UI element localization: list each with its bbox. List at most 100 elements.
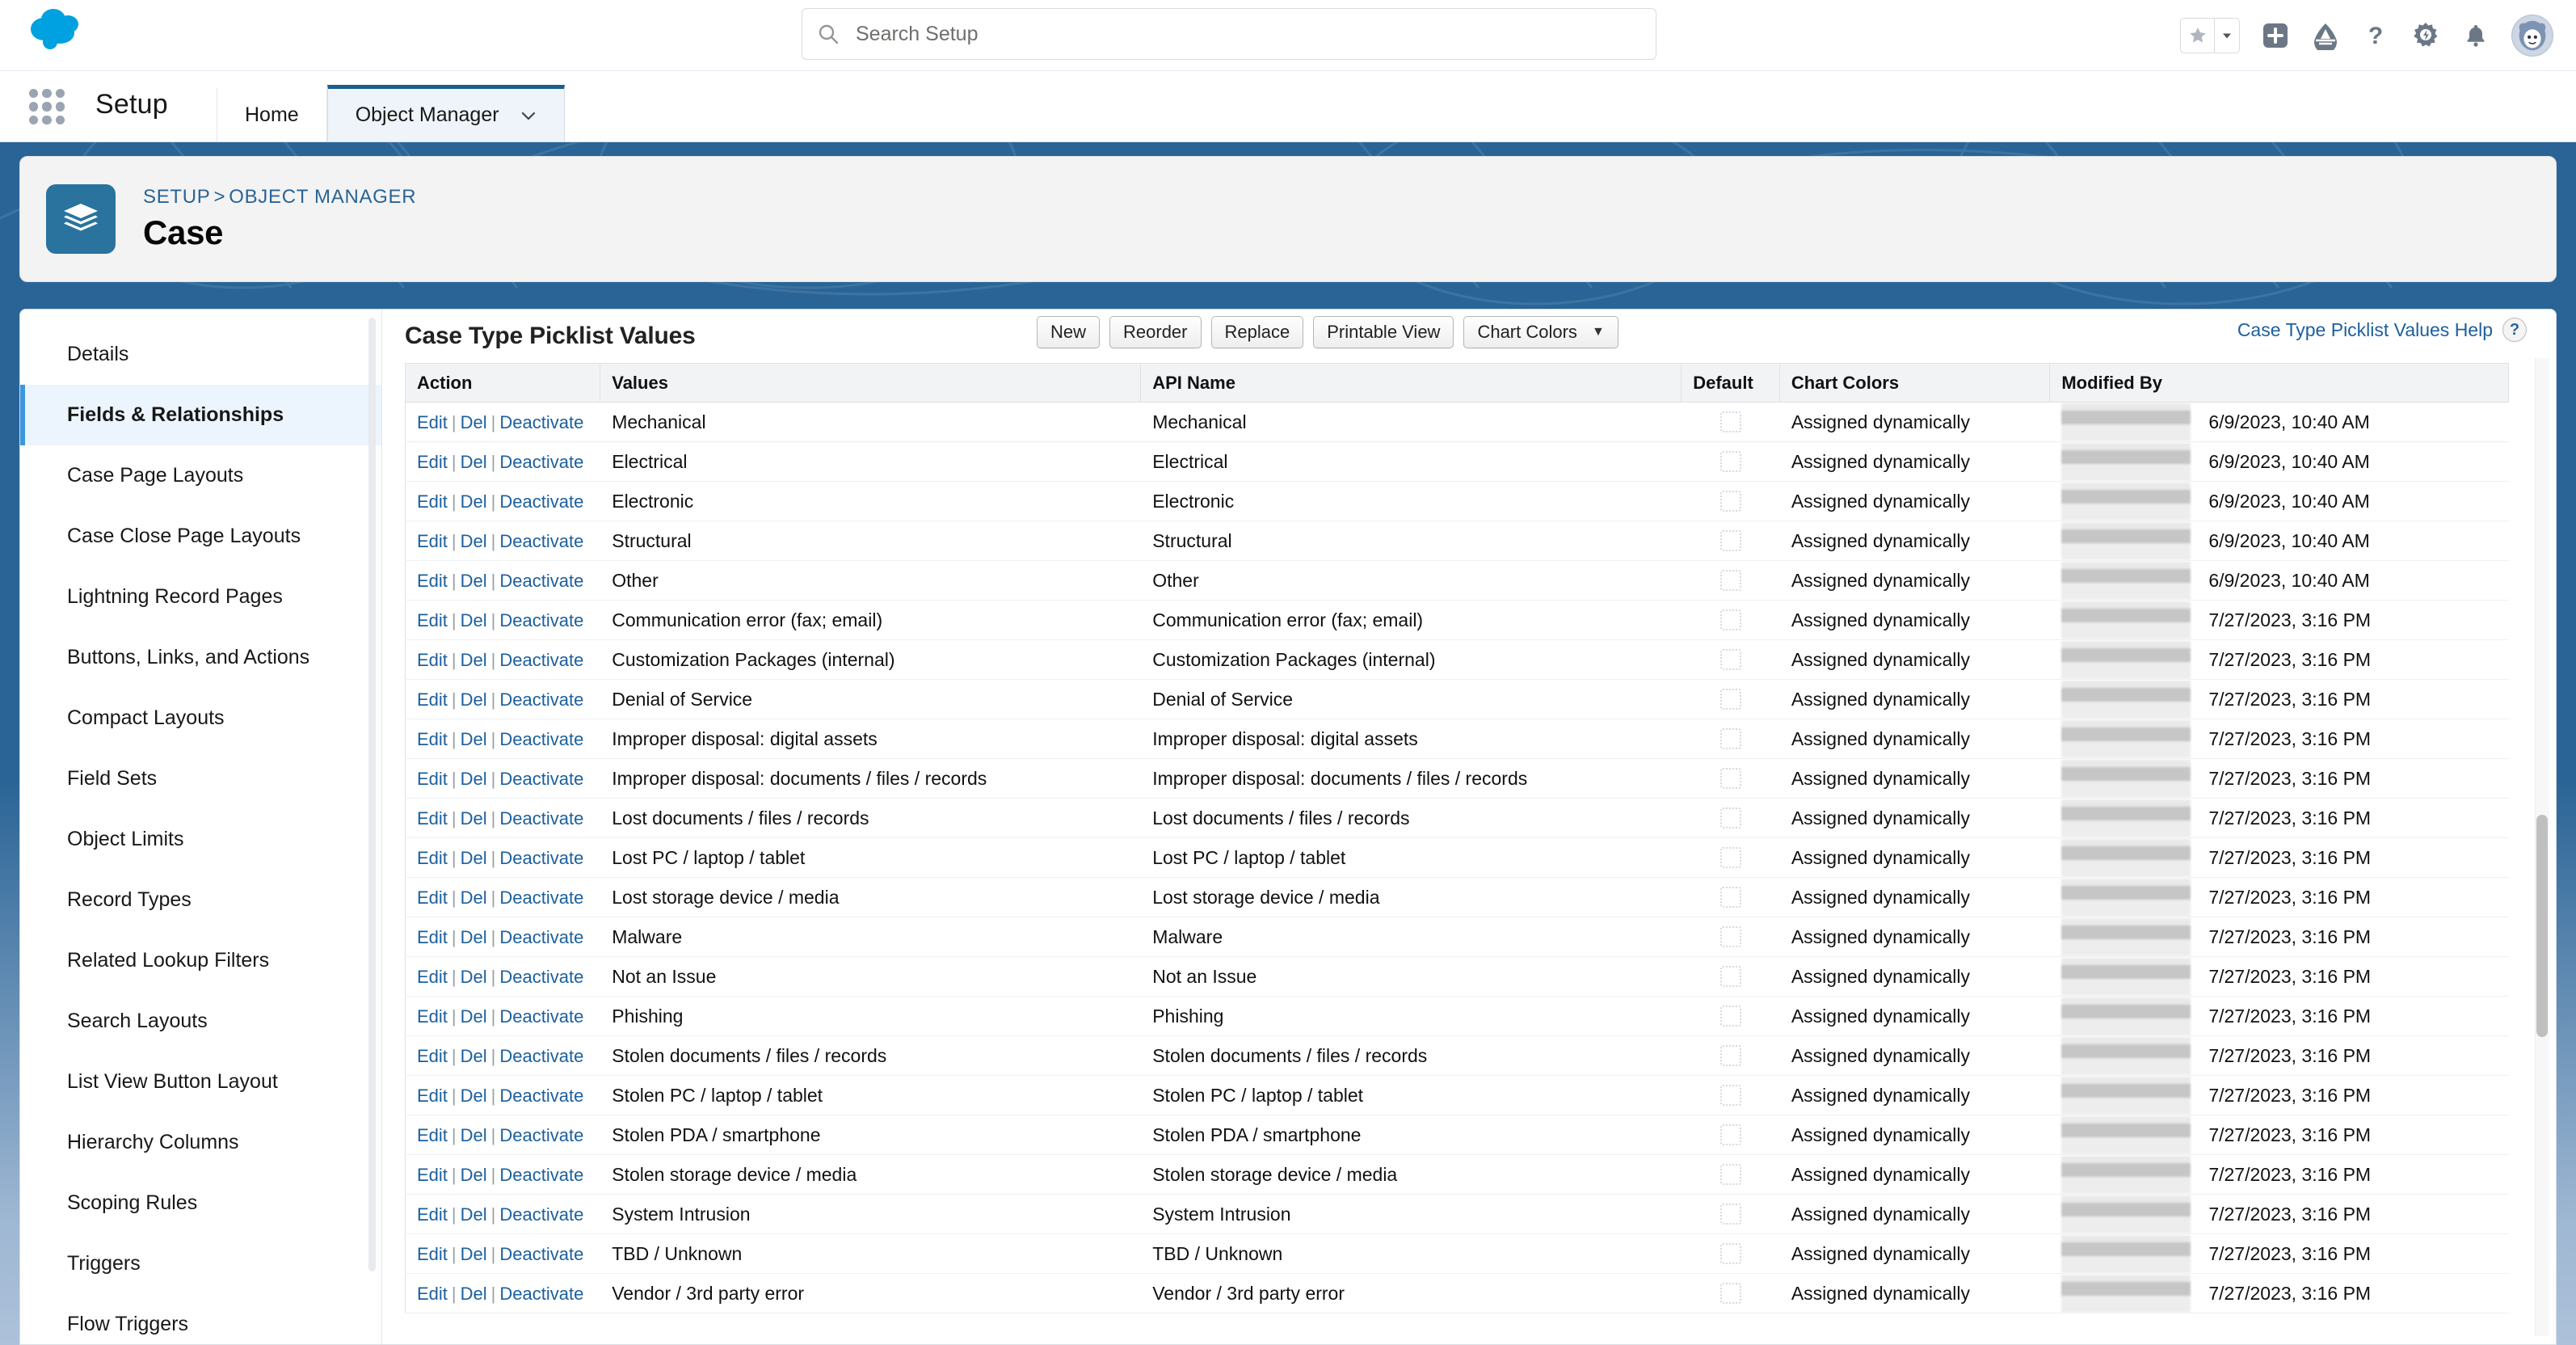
user-avatar[interactable] [2511,15,2553,57]
deactivate-link[interactable]: Deactivate [499,1046,583,1066]
chevron-down-icon[interactable] [520,110,537,121]
search-input[interactable] [856,22,1641,46]
sidebar-item-related-lookup-filters[interactable]: Related Lookup Filters [20,930,381,991]
sidebar-item-hierarchy-columns[interactable]: Hierarchy Columns [20,1112,381,1173]
deactivate-link[interactable]: Deactivate [499,1165,583,1185]
replace-button[interactable]: Replace [1210,316,1304,348]
del-link[interactable]: Del [461,1086,487,1106]
edit-link[interactable]: Edit [417,1086,448,1106]
favorites-dropdown-icon[interactable] [2215,19,2239,53]
setup-gear-icon[interactable] [2411,21,2440,50]
del-link[interactable]: Del [461,1244,487,1264]
sidebar-item-case-page-layouts[interactable]: Case Page Layouts [20,445,381,506]
tab-object-manager[interactable]: Object Manager [326,85,565,141]
printable-view-button[interactable]: Printable View [1313,316,1454,348]
deactivate-link[interactable]: Deactivate [499,1284,583,1304]
chart-colors-dropdown[interactable]: Chart Colors ▼ [1463,316,1618,348]
edit-link[interactable]: Edit [417,491,448,512]
sidebar-item-buttons-links-actions[interactable]: Buttons, Links, and Actions [20,627,381,688]
trailhead-icon[interactable] [2311,21,2340,50]
deactivate-link[interactable]: Deactivate [499,689,583,710]
sidebar-item-compact-layouts[interactable]: Compact Layouts [20,688,381,748]
del-link[interactable]: Del [461,1125,487,1145]
sidebar-item-fields-relationships[interactable]: Fields & Relationships [20,385,381,445]
sidebar-item-details[interactable]: Details [20,324,381,385]
del-link[interactable]: Del [461,808,487,829]
edit-link[interactable]: Edit [417,571,448,591]
tab-home[interactable]: Home [217,88,327,141]
deactivate-link[interactable]: Deactivate [499,888,583,908]
global-search[interactable] [802,8,1656,60]
new-button[interactable]: New [1037,316,1101,348]
sidebar-item-search-layouts[interactable]: Search Layouts [20,991,381,1052]
deactivate-link[interactable]: Deactivate [499,531,583,551]
sidebar-item-field-sets[interactable]: Field Sets [20,748,381,809]
edit-link[interactable]: Edit [417,808,448,829]
edit-link[interactable]: Edit [417,967,448,987]
sidebar-item-list-view-button-layout[interactable]: List View Button Layout [20,1052,381,1112]
del-link[interactable]: Del [461,689,487,710]
del-link[interactable]: Del [461,650,487,670]
sidebar-item-lightning-record-pages[interactable]: Lightning Record Pages [20,567,381,627]
sidebar-item-case-close-page-layouts[interactable]: Case Close Page Layouts [20,506,381,567]
edit-link[interactable]: Edit [417,769,448,789]
sidebar-item-object-limits[interactable]: Object Limits [20,809,381,870]
del-link[interactable]: Del [461,452,487,472]
deactivate-link[interactable]: Deactivate [499,1125,583,1145]
del-link[interactable]: Del [461,769,487,789]
del-link[interactable]: Del [461,927,487,947]
del-link[interactable]: Del [461,1165,487,1185]
edit-link[interactable]: Edit [417,1165,448,1185]
deactivate-link[interactable]: Deactivate [499,610,583,630]
del-link[interactable]: Del [461,729,487,749]
deactivate-link[interactable]: Deactivate [499,491,583,512]
sidebar-item-triggers[interactable]: Triggers [20,1233,381,1294]
deactivate-link[interactable]: Deactivate [499,412,583,432]
deactivate-link[interactable]: Deactivate [499,848,583,868]
del-link[interactable]: Del [461,1284,487,1304]
favorites-group[interactable] [2180,18,2240,53]
edit-link[interactable]: Edit [417,531,448,551]
sidebar-scrollbar[interactable] [368,318,376,1271]
sidebar-item-flow-triggers[interactable]: Flow Triggers [20,1294,381,1344]
edit-link[interactable]: Edit [417,1046,448,1066]
deactivate-link[interactable]: Deactivate [499,967,583,987]
edit-link[interactable]: Edit [417,729,448,749]
deactivate-link[interactable]: Deactivate [499,1204,583,1225]
edit-link[interactable]: Edit [417,927,448,947]
app-launcher-waffle-icon[interactable] [29,89,65,124]
reorder-button[interactable]: Reorder [1109,316,1202,348]
edit-link[interactable]: Edit [417,452,448,472]
del-link[interactable]: Del [461,531,487,551]
del-link[interactable]: Del [461,888,487,908]
deactivate-link[interactable]: Deactivate [499,1006,583,1027]
deactivate-link[interactable]: Deactivate [499,729,583,749]
del-link[interactable]: Del [461,571,487,591]
deactivate-link[interactable]: Deactivate [499,1244,583,1264]
content-scrollbar-thumb[interactable] [2536,815,2548,1037]
deactivate-link[interactable]: Deactivate [499,927,583,947]
edit-link[interactable]: Edit [417,1284,448,1304]
del-link[interactable]: Del [461,491,487,512]
edit-link[interactable]: Edit [417,412,448,432]
deactivate-link[interactable]: Deactivate [499,452,583,472]
sidebar-item-record-types[interactable]: Record Types [20,870,381,930]
edit-link[interactable]: Edit [417,689,448,710]
del-link[interactable]: Del [461,412,487,432]
help-icon[interactable]: ? [2361,21,2390,50]
notifications-bell-icon[interactable] [2461,21,2490,50]
edit-link[interactable]: Edit [417,1244,448,1264]
add-icon[interactable] [2261,21,2290,50]
help-link[interactable]: Case Type Picklist Values Help ? [2237,318,2527,342]
edit-link[interactable]: Edit [417,1006,448,1027]
question-mark-icon[interactable]: ? [2502,318,2527,342]
edit-link[interactable]: Edit [417,650,448,670]
edit-link[interactable]: Edit [417,848,448,868]
del-link[interactable]: Del [461,610,487,630]
sidebar-item-scoping-rules[interactable]: Scoping Rules [20,1173,381,1233]
favorites-star-icon[interactable] [2181,19,2215,53]
del-link[interactable]: Del [461,848,487,868]
deactivate-link[interactable]: Deactivate [499,650,583,670]
deactivate-link[interactable]: Deactivate [499,769,583,789]
breadcrumb-object-manager[interactable]: OBJECT MANAGER [229,186,416,208]
